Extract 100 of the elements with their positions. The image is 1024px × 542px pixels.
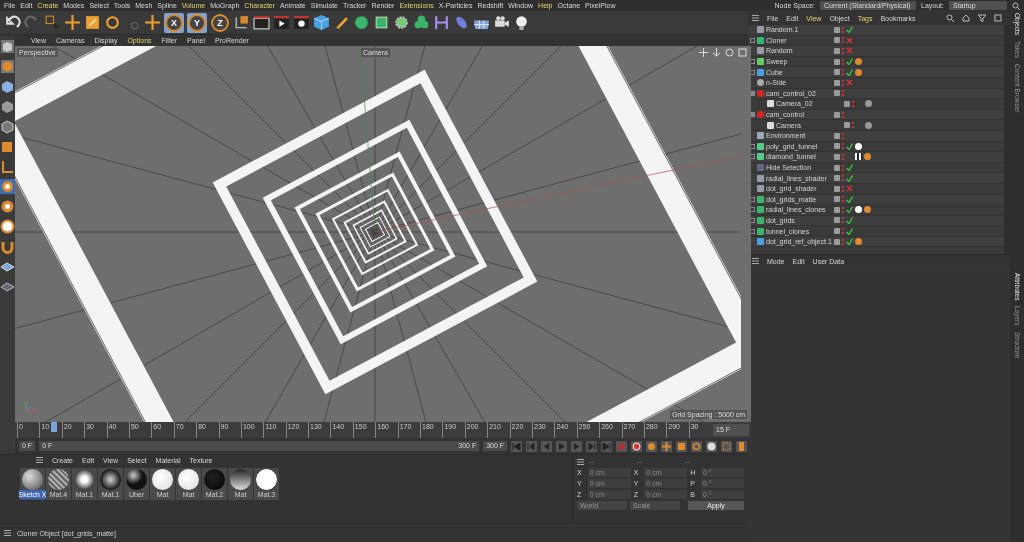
layer-square-icon[interactable] — [834, 90, 840, 97]
snap-circle-icon[interactable] — [0, 179, 15, 194]
expand-toggle[interactable] — [750, 69, 755, 75]
snap-circle-icon[interactable] — [0, 199, 15, 214]
cross-icon[interactable] — [846, 185, 853, 193]
expand-toggle[interactable] — [750, 59, 755, 65]
check-icon[interactable] — [846, 174, 853, 182]
expand-toggle[interactable] — [750, 90, 755, 96]
sphere-icon[interactable] — [353, 14, 370, 31]
clapperboard-icon[interactable] — [253, 14, 270, 31]
checker-sphere-icon[interactable] — [0, 59, 15, 74]
zoom-view-icon[interactable] — [712, 47, 722, 57]
phong-tag-icon[interactable] — [855, 238, 862, 246]
material-tag-icon[interactable] — [855, 206, 862, 214]
corner-axis-icon[interactable] — [0, 159, 15, 174]
check-icon[interactable] — [846, 142, 853, 150]
box-icon[interactable] — [373, 14, 390, 31]
coordinate-system-icon[interactable] — [233, 14, 250, 31]
check-icon[interactable] — [846, 217, 853, 224]
move-icon[interactable] — [64, 14, 81, 31]
layer-square-icon[interactable] — [834, 153, 840, 160]
sweep-object-icon — [757, 58, 764, 66]
menu-icon[interactable] — [577, 458, 584, 465]
step-forward-icon — [572, 441, 582, 451]
cross-icon[interactable] — [846, 36, 853, 44]
next-key-icon — [587, 441, 597, 451]
menu-icon[interactable] — [36, 457, 43, 463]
material-preview — [230, 469, 251, 490]
layer-square-icon[interactable] — [834, 69, 840, 76]
check-icon[interactable] — [846, 164, 853, 171]
layer-square-icon[interactable] — [834, 111, 840, 118]
check-icon[interactable] — [846, 26, 853, 34]
playhead-handle[interactable] — [50, 422, 57, 433]
snap-circle-icon[interactable] — [0, 219, 15, 234]
expand-toggle[interactable] — [750, 196, 755, 202]
layer-square-icon[interactable] — [834, 26, 840, 33]
menu-icon[interactable] — [4, 530, 11, 536]
expand-toggle[interactable] — [750, 112, 755, 118]
scale-icon[interactable] — [84, 14, 101, 31]
check-icon[interactable] — [846, 206, 853, 214]
bracket-icon[interactable] — [433, 14, 450, 31]
cross-icon[interactable] — [846, 79, 853, 87]
crosshair-icon[interactable] — [144, 14, 161, 31]
layer-square-icon[interactable] — [834, 164, 840, 171]
magnet-icon[interactable] — [0, 239, 15, 254]
phong-tag-icon[interactable] — [864, 153, 871, 161]
layer-square-icon[interactable] — [834, 143, 840, 150]
expand-toggle[interactable] — [750, 154, 755, 160]
clapperboard-play-icon[interactable] — [273, 14, 290, 31]
expand-toggle[interactable] — [750, 218, 755, 223]
check-icon[interactable] — [846, 195, 853, 203]
expand-toggle[interactable] — [750, 207, 755, 213]
layer-square-icon[interactable] — [834, 206, 840, 213]
layer-square-icon[interactable] — [844, 122, 850, 129]
cube-icon[interactable] — [0, 139, 15, 154]
menu-icon[interactable] — [752, 258, 759, 264]
layer-square-icon[interactable] — [834, 58, 840, 65]
material-tag-icon[interactable] — [855, 142, 862, 150]
filter-icon[interactable] — [978, 14, 986, 22]
layer-square-icon[interactable] — [834, 175, 840, 182]
check-icon[interactable] — [846, 238, 853, 246]
phong-tag-icon[interactable] — [864, 206, 871, 214]
cross-icon[interactable] — [846, 47, 853, 55]
target-tag-icon[interactable] — [865, 100, 872, 108]
layer-square-icon[interactable] — [834, 79, 840, 86]
select-arrow-icon[interactable] — [44, 14, 61, 31]
maximize-view-icon[interactable] — [738, 47, 748, 57]
expand-toggle[interactable] — [750, 228, 755, 234]
expand-toggle[interactable] — [750, 143, 755, 149]
viewport-cube-icon[interactable] — [0, 39, 15, 54]
layer-square-icon[interactable] — [834, 238, 840, 245]
axis-lock-button[interactable]: Z — [211, 13, 229, 32]
search-icon[interactable] — [946, 14, 954, 22]
layer-square-icon[interactable] — [834, 185, 840, 192]
menu-icon[interactable] — [752, 15, 759, 21]
checker-tag-icon[interactable] — [855, 153, 862, 161]
layer-square-icon[interactable] — [834, 196, 840, 203]
check-icon[interactable] — [846, 58, 853, 66]
layer-square-icon[interactable] — [834, 217, 840, 224]
home-icon[interactable] — [962, 14, 970, 22]
axis-lock-button[interactable]: Y — [188, 13, 206, 32]
axis-lock-button[interactable]: X — [165, 13, 183, 32]
new-panel-icon[interactable] — [994, 14, 1002, 22]
cluster-icon[interactable] — [413, 14, 430, 31]
check-icon[interactable] — [846, 227, 853, 235]
expand-toggle[interactable] — [750, 37, 755, 43]
move-view-icon[interactable] — [699, 47, 709, 57]
layer-square-icon[interactable] — [834, 37, 840, 44]
light-bulb-icon[interactable] — [513, 14, 530, 31]
rotate-icon[interactable] — [104, 14, 121, 31]
gear-icon[interactable] — [393, 14, 410, 31]
cube-icon[interactable] — [313, 14, 330, 31]
layer-square-icon[interactable] — [834, 132, 840, 139]
check-icon[interactable] — [846, 68, 853, 76]
rotate-view-icon[interactable] — [725, 47, 735, 57]
clapperboard-gear-icon[interactable] — [293, 14, 310, 31]
layer-square-icon[interactable] — [834, 228, 840, 235]
search-icon[interactable] — [1012, 1, 1020, 10]
layer-square-icon[interactable] — [844, 100, 850, 107]
target-tag-icon[interactable] — [865, 121, 872, 129]
